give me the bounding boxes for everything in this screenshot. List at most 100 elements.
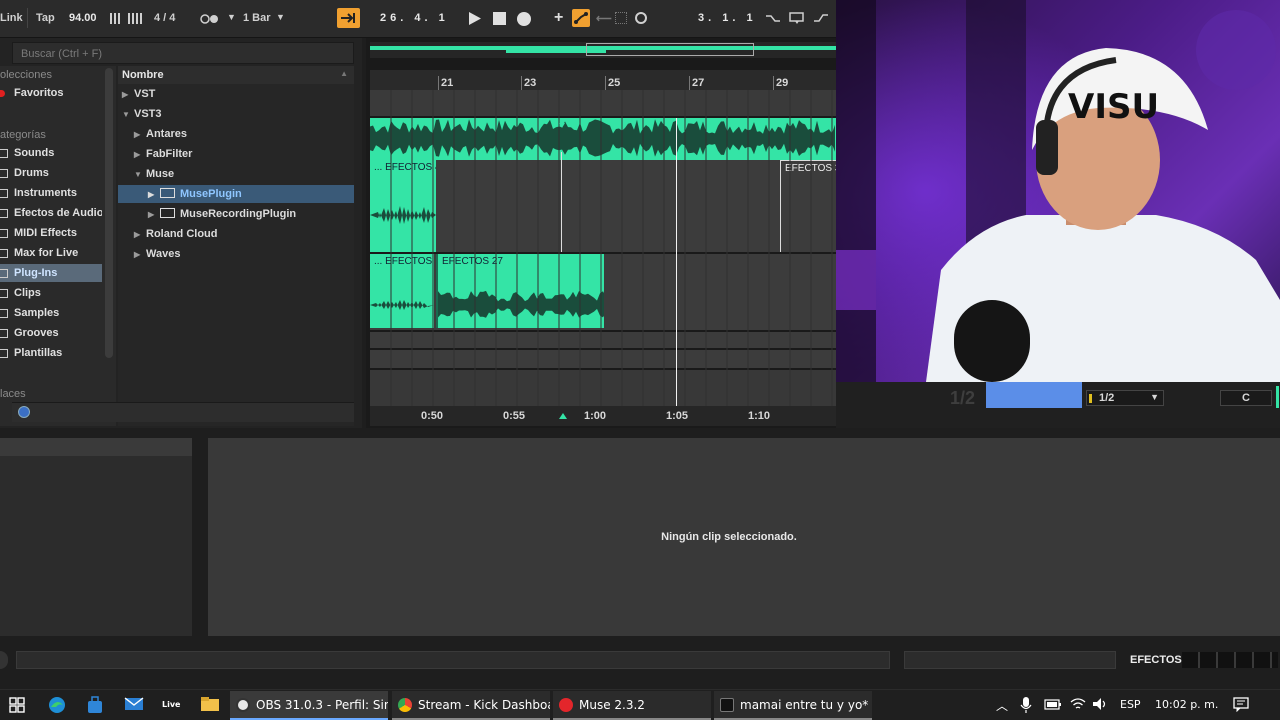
taskbar-app-chrome[interactable]: Stream - Kick Dashboa... [392,691,550,720]
clock[interactable]: 10:02 p. m. [1155,698,1218,711]
ableton-live-icon[interactable]: Live [162,696,182,714]
sort-arrow-icon[interactable]: ▲ [340,69,348,78]
chevron-down-icon[interactable]: ▼ [122,110,134,119]
fraction-select[interactable]: 1/2 ▼ [1086,390,1164,406]
chevron-down-icon[interactable]: ▼ [227,12,236,22]
sidebar-item-midi-effects[interactable]: MIDI Effects [0,224,102,242]
sidebar-scrollbar[interactable] [105,68,113,358]
tree-item-vst3[interactable]: ▼ VST3 [122,105,354,123]
track-lane[interactable] [370,332,836,348]
sidebar-item-instruments[interactable]: Instruments [0,184,102,202]
sidebar-item-templates[interactable]: Plantillas [0,344,102,362]
column-header[interactable]: Nombre ▲ [118,66,354,84]
audio-clip[interactable]: EFECTOS 27 [436,254,604,328]
notifications-icon[interactable] [1233,697,1249,715]
taskbar-app-obs[interactable]: OBS 31.0.3 - Perfil: Sin ... [230,691,388,720]
punch-out-icon[interactable] [813,12,829,27]
edge-browser-icon[interactable] [47,696,67,714]
volume-icon[interactable] [1092,697,1108,714]
chevron-right-icon[interactable]: ▶ [122,90,134,99]
overview-viewport[interactable] [586,43,754,56]
tree-item-muse[interactable]: ▼ Muse [134,165,354,183]
taskbar-app-live[interactable]: mamai entre tu y yo* ... [714,691,872,720]
link-button[interactable]: Link [0,12,23,24]
key-field[interactable]: C [1220,390,1272,406]
chevron-up-icon[interactable]: ︿ [996,697,1008,714]
file-explorer-icon[interactable] [200,696,220,714]
song-position-field[interactable]: 26. 4. 1 [380,12,449,24]
time-signature-field[interactable]: 4 / 4 [154,12,175,24]
audio-clip[interactable]: ... EFECTOS [370,254,434,328]
sidebar-item-favorites[interactable]: Favoritos [0,84,102,102]
tree-item-roland-cloud[interactable]: ▶ Roland Cloud [134,225,354,243]
track-lane[interactable] [370,370,836,406]
tree-item-antares[interactable]: ▶ Antares [134,125,354,143]
loop-start-marker-icon[interactable] [559,406,567,424]
sidebar-item-sounds[interactable]: Sounds [0,144,102,162]
tree-item-fabfilter[interactable]: ▶ FabFilter [134,145,354,163]
track-lane[interactable] [370,350,836,368]
sidebar-item-drums[interactable]: Drums [0,164,102,182]
playhead[interactable] [676,118,677,408]
chevron-right-icon[interactable]: ▶ [148,190,160,199]
audio-clip[interactable] [370,118,836,160]
automation-arm-button[interactable] [572,9,590,27]
chevron-right-icon[interactable]: ▶ [134,130,146,139]
sidebar-item-grooves[interactable]: Grooves [0,324,102,342]
audio-clip[interactable]: ... EFECTOS 4 [370,160,436,252]
chevron-right-icon[interactable]: ▶ [134,150,146,159]
tree-item-vst[interactable]: ▶ VST [122,85,354,103]
track-lane[interactable]: ... EFECTOS 4 EFECTOS 3 [370,160,836,252]
sidebar-item-samples[interactable]: Samples [0,304,102,322]
store-icon[interactable] [86,696,106,714]
track-lane[interactable] [370,90,836,116]
sidebar-item-audio-effects[interactable]: Efectos de Audio [0,204,102,222]
chevron-down-icon[interactable]: ▼ [134,170,146,179]
chevron-right-icon[interactable]: ▶ [148,210,160,219]
loop-marker-icon[interactable] [559,116,565,134]
language-indicator[interactable]: ESP [1120,698,1141,711]
tree-item-muserecordingplugin[interactable]: ▶ MuseRecordingPlugin [148,205,354,223]
tempo-field[interactable]: 94.00 [69,12,97,24]
tree-item-waves[interactable]: ▶ Waves [134,245,354,263]
audio-clip[interactable]: EFECTOS 3 [780,160,836,252]
punch-in-icon[interactable] [765,12,781,27]
windows-start-icon[interactable] [8,696,28,714]
plus-icon[interactable]: + [554,9,563,27]
loop-start-field[interactable]: 3. 1. 1 [698,12,757,24]
chevron-right-icon[interactable]: ▶ [134,250,146,259]
status-toggle[interactable] [0,651,8,669]
back-to-arrangement-icon[interactable]: ⟵ [596,12,612,25]
follow-button[interactable] [337,8,360,28]
chevron-down-icon[interactable]: ▼ [276,12,285,22]
taskbar-app-muse[interactable]: Muse 2.3.2 [553,691,711,720]
track-lane[interactable]: ... EFECTOS EFECTOS 27 [370,254,836,330]
overview-bar[interactable] [370,42,836,58]
sidebar-item-plug-ins[interactable]: Plug-Ins [0,264,102,282]
chevron-right-icon[interactable]: ▶ [134,230,146,239]
search-input[interactable]: Buscar (Ctrl + F) [12,42,354,64]
sidebar-item-clips[interactable]: Clips [0,284,102,302]
bar-ruler[interactable]: 21 23 25 27 29 [370,70,836,90]
stop-icon[interactable] [493,12,506,25]
preview-toggle-icon[interactable] [18,406,30,418]
microphone-icon[interactable] [1020,697,1032,716]
device-thumbnails[interactable] [1182,652,1278,668]
wifi-icon[interactable] [1070,697,1086,714]
capture-icon[interactable] [615,12,627,24]
mail-icon[interactable] [124,696,144,714]
battery-icon[interactable] [1044,699,1062,714]
chevron-down-icon[interactable]: ▼ [1150,392,1159,402]
metronome-bars-icon[interactable] [110,12,144,25]
time-ruler[interactable]: 0:50 0:55 1:00 1:05 1:10 [370,406,836,426]
metronome-icon[interactable] [200,13,220,25]
track-color-box[interactable] [986,382,1082,408]
session-record-icon[interactable] [635,12,647,24]
record-icon[interactable] [517,12,531,26]
tap-button[interactable]: Tap [36,12,55,24]
quantize-dropdown[interactable]: 1 Bar [243,12,271,24]
play-icon[interactable] [468,11,482,29]
tree-item-museplugin[interactable]: ▶ MusePlugin [118,185,354,203]
sidebar-item-max-for-live[interactable]: Max for Live [0,244,102,262]
loop-icon[interactable] [789,11,805,28]
